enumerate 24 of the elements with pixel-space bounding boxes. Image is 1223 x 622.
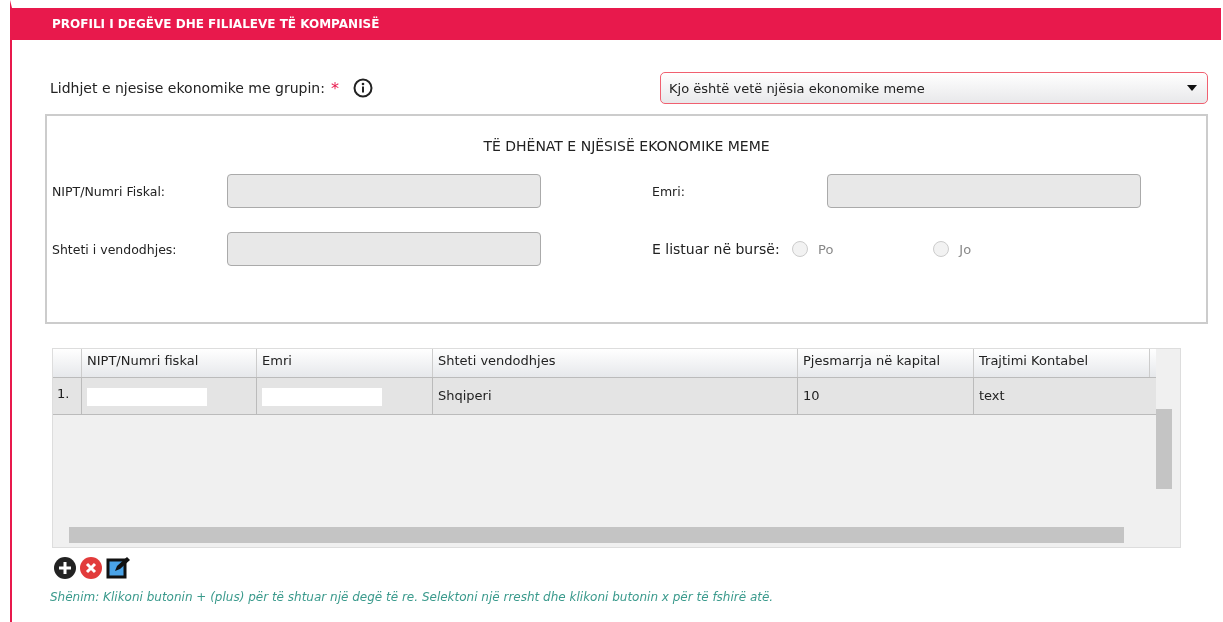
field-label: Shteti i vendodhjes: — [52, 241, 178, 257]
row-number: 1. — [56, 385, 71, 403]
section-title: PROFILI I DEGËVE DHE FILIALEVE TË KOMPANISË — [52, 17, 380, 31]
info-icon[interactable] — [352, 78, 373, 98]
table-cell: Shqiperi — [438, 388, 492, 403]
radio-icon[interactable] — [792, 241, 808, 257]
horizontal-scrollbar[interactable] — [69, 527, 1124, 543]
required-mark: * — [330, 78, 339, 98]
radio-icon[interactable] — [933, 241, 950, 257]
relation-dropdown[interactable]: Kjo është vetë njësia ekonomike meme — [660, 72, 1208, 104]
edit-icon[interactable] — [106, 556, 130, 580]
caret-icon — [1187, 85, 1197, 91]
note-text: Shënim: Klikoni butonin + (plus) për të shtuar një degë të re. Selektoni një rresht dhe klikoni butonin x për të fshirë atë. — [50, 590, 775, 604]
delete-icon[interactable] — [80, 557, 102, 579]
radio-option[interactable]: Po — [792, 241, 834, 257]
table-cell: 10 — [803, 388, 820, 403]
panel-title: TË DHËNAT E NJËSISË EKONOMIKE MEME — [482, 138, 771, 154]
field-label: Emri: — [652, 183, 686, 199]
radio-option[interactable]: Jo — [933, 241, 972, 257]
field-label: NIPT/Numri Fiskal: — [52, 183, 167, 199]
table-cell: text — [979, 388, 1005, 403]
add-icon[interactable] — [54, 557, 76, 579]
field-label: E listuar në bursë: — [652, 241, 781, 257]
field-label: Lidhjet e njesise ekonomike me grupin: — [50, 80, 325, 96]
